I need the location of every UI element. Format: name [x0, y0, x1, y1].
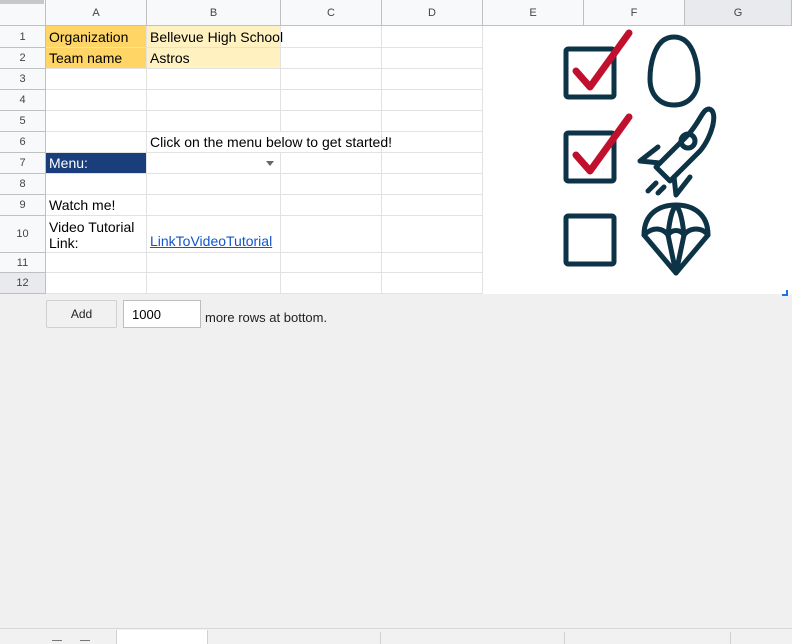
cell-b11[interactable] — [147, 253, 281, 273]
cell-a1[interactable]: Organization — [46, 26, 147, 48]
cell-a9[interactable]: Watch me! — [46, 195, 147, 216]
cell-b8[interactable] — [147, 174, 281, 195]
cell-c5[interactable] — [281, 111, 382, 132]
cell-b3[interactable] — [147, 69, 281, 90]
column-header-a[interactable]: A — [46, 0, 147, 26]
column-header-b[interactable]: B — [147, 0, 281, 26]
cell-a2[interactable]: Team name — [46, 48, 147, 69]
cell-a12[interactable] — [46, 273, 147, 294]
cell-c7[interactable] — [281, 153, 382, 174]
cell-c1[interactable] — [281, 26, 382, 48]
cell-d3[interactable] — [382, 69, 483, 90]
video-tutorial-link[interactable]: LinkToVideoTutorial — [147, 216, 281, 253]
cell-c10[interactable] — [281, 216, 382, 253]
row-header-2[interactable]: 2 — [0, 48, 46, 69]
column-header-c[interactable]: C — [281, 0, 382, 26]
all-sheets-icon[interactable] — [80, 640, 90, 644]
rocket-icon — [637, 106, 717, 198]
column-header-f[interactable]: F — [584, 0, 685, 26]
empty-box-icon — [563, 213, 617, 267]
menu-dropdown[interactable] — [147, 153, 281, 174]
cell-d2[interactable] — [382, 48, 483, 69]
checked-box-icon — [563, 29, 633, 100]
cell-a11[interactable] — [46, 253, 147, 273]
row-header-8[interactable]: 8 — [0, 174, 46, 195]
cell-c11[interactable] — [281, 253, 382, 273]
column-header-e[interactable]: E — [483, 0, 584, 26]
add-sheet-icon[interactable] — [52, 640, 62, 644]
parachute-icon — [641, 202, 711, 276]
cell-a8[interactable] — [46, 174, 147, 195]
cell-c9[interactable] — [281, 195, 382, 216]
row-header-7[interactable]: 7 — [0, 153, 46, 174]
row-header-1[interactable]: 1 — [0, 26, 46, 48]
active-sheet-tab[interactable] — [116, 630, 208, 644]
cell-b6[interactable]: Click on the menu below to get started! — [147, 132, 392, 153]
row-header-10[interactable]: 10 — [0, 216, 46, 253]
column-header-d[interactable]: D — [382, 0, 483, 26]
cell-d4[interactable] — [382, 90, 483, 111]
cell-a6[interactable] — [46, 132, 147, 153]
row-header-9[interactable]: 9 — [0, 195, 46, 216]
column-header-g[interactable]: G — [685, 0, 792, 26]
cell-a3[interactable] — [46, 69, 147, 90]
cell-d11[interactable] — [382, 253, 483, 273]
cell-b9[interactable] — [147, 195, 281, 216]
cell-a5[interactable] — [46, 111, 147, 132]
cell-c12[interactable] — [281, 273, 382, 294]
cell-d10[interactable] — [382, 216, 483, 253]
cell-d9[interactable] — [382, 195, 483, 216]
cell-d6[interactable] — [382, 132, 483, 153]
cell-c4[interactable] — [281, 90, 382, 111]
cell-d8[interactable] — [382, 174, 483, 195]
add-rows-button[interactable]: Add — [46, 300, 117, 328]
cell-b2[interactable]: Astros — [147, 48, 281, 69]
tab-divider — [730, 632, 731, 644]
row-header-3[interactable]: 3 — [0, 69, 46, 90]
row-header-11[interactable]: 11 — [0, 253, 46, 273]
cell-a10[interactable]: Video Tutorial Link: — [46, 216, 147, 253]
cell-a4[interactable] — [46, 90, 147, 111]
cell-d12[interactable] — [382, 273, 483, 294]
cell-c2[interactable] — [281, 48, 382, 69]
tab-divider — [564, 632, 565, 644]
rows-count-input[interactable]: 1000 — [123, 300, 201, 328]
image-resize-handle[interactable] — [782, 290, 788, 296]
rows-suffix-label: more rows at bottom. — [205, 310, 328, 325]
cell-a7[interactable]: Menu: — [46, 153, 147, 174]
cell-b5[interactable] — [147, 111, 281, 132]
cell-d5[interactable] — [382, 111, 483, 132]
cell-c8[interactable] — [281, 174, 382, 195]
cell-b1[interactable]: Bellevue High School — [147, 26, 283, 48]
egg-icon — [647, 34, 701, 108]
cell-b12[interactable] — [147, 273, 281, 294]
row-header-5[interactable]: 5 — [0, 111, 46, 132]
dropdown-arrow-icon[interactable] — [266, 161, 274, 166]
cell-d7[interactable] — [382, 153, 483, 174]
tab-divider — [380, 632, 381, 644]
cell-c3[interactable] — [281, 69, 382, 90]
cell-d1[interactable] — [382, 26, 483, 48]
checked-box-icon — [563, 113, 633, 184]
row-header-4[interactable]: 4 — [0, 90, 46, 111]
goals-illustration — [563, 29, 717, 276]
cell-b4[interactable] — [147, 90, 281, 111]
floating-image[interactable] — [504, 27, 786, 294]
row-header-6[interactable]: 6 — [0, 132, 46, 153]
select-all-corner[interactable] — [0, 0, 46, 26]
row-header-12[interactable]: 12 — [0, 273, 46, 294]
